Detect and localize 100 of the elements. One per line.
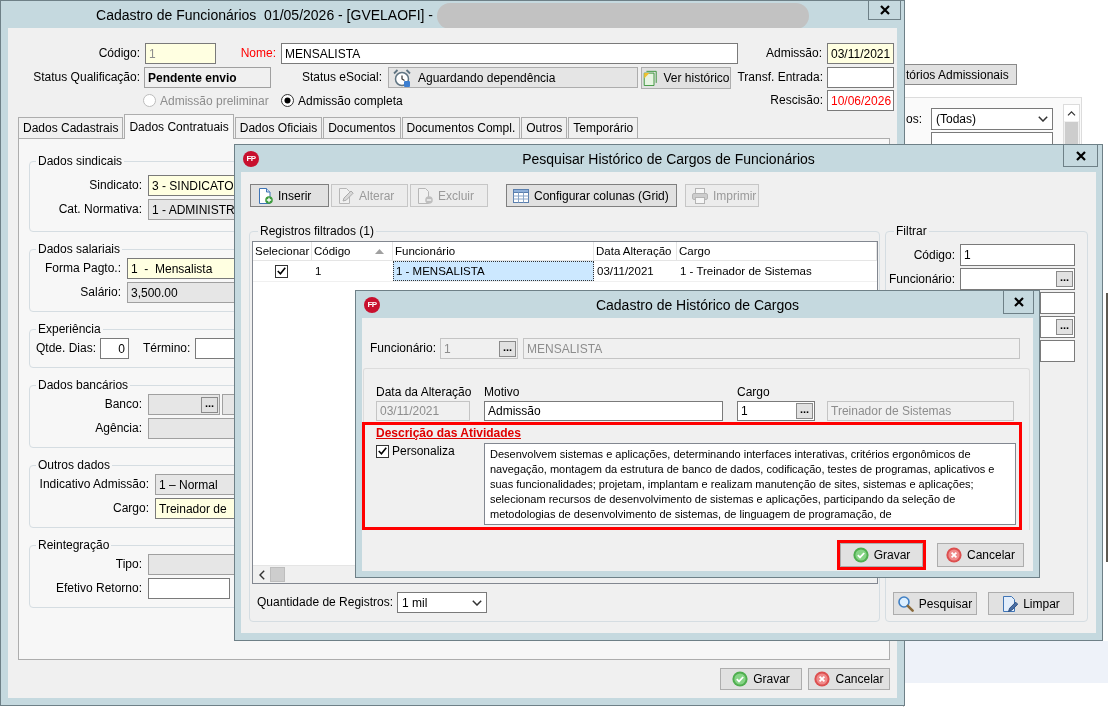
document-icon xyxy=(642,69,659,86)
field-label: Sindicato: xyxy=(88,178,142,193)
scrollbar-thumb[interactable] xyxy=(270,567,285,582)
field-label: Tipo: xyxy=(114,557,142,572)
checkbox[interactable] xyxy=(376,444,389,458)
input-field[interactable] xyxy=(1040,292,1075,314)
radio-option[interactable]: Admissão completa xyxy=(281,93,403,108)
input-field[interactable]: 1 - Mensalista xyxy=(127,258,236,279)
group-title: Experiência xyxy=(37,322,102,336)
document-pencil-icon xyxy=(1002,595,1019,612)
input-field[interactable] xyxy=(148,578,230,599)
search-icon xyxy=(897,595,914,612)
input-field[interactable]: MENSALISTA xyxy=(281,43,738,64)
field-label: Forma Pagto.: xyxy=(43,261,121,276)
group-title: Dados bancários xyxy=(37,378,130,392)
field-label: Rescisão: xyxy=(770,93,824,108)
tab[interactable]: Documentos xyxy=(323,117,401,138)
table-cell-text: 1 - Treinador de Sistemas xyxy=(679,264,813,279)
input-field[interactable]: Pendente envio xyxy=(144,67,271,88)
cancel-circle-icon xyxy=(814,671,831,687)
save-button[interactable]: Gravar xyxy=(840,543,923,567)
alarm-clock-icon xyxy=(393,68,411,87)
field-label: os: xyxy=(906,112,923,126)
table-cell: 1 - MENSALISTA xyxy=(393,261,594,281)
input-field[interactable] xyxy=(148,418,236,439)
new-document-icon xyxy=(257,187,273,204)
input-field[interactable] xyxy=(148,554,236,575)
chevron-left-icon xyxy=(258,569,265,580)
field-label: Funcionário: xyxy=(888,271,955,287)
search-button[interactable]: Pesquisar xyxy=(893,592,977,615)
column-header[interactable]: Cargo xyxy=(677,242,877,260)
ellipsis-button[interactable]: ... xyxy=(796,403,813,419)
ellipsis-button[interactable]: ... xyxy=(1056,271,1073,287)
field-label: Código: xyxy=(912,247,955,263)
group-title: Reintegração xyxy=(37,538,111,552)
field-label: Efetivo Retorno: xyxy=(54,581,142,596)
input-field[interactable]: Treinador de xyxy=(155,498,236,519)
checkbox[interactable] xyxy=(274,264,288,278)
input-field[interactable]: Admissão xyxy=(484,401,723,421)
field-label: Qtde. Dias: xyxy=(36,341,98,356)
close-icon xyxy=(1013,297,1024,307)
save-button[interactable]: Gravar xyxy=(720,668,802,690)
group-title: Outros dados xyxy=(37,458,112,472)
report-button[interactable]: tórios Admissionais xyxy=(904,64,1017,85)
close-button[interactable] xyxy=(868,1,901,20)
close-icon xyxy=(1075,150,1086,161)
tab[interactable]: Dados Contratuais xyxy=(124,114,234,139)
tab[interactable]: Dados Cadastrais xyxy=(18,117,124,138)
dropdown[interactable]: (Todas) xyxy=(931,108,1053,130)
group-title: Dados sindicais xyxy=(37,154,124,168)
cancel-button[interactable]: Cancelar xyxy=(937,543,1024,567)
ellipsis-button[interactable]: ... xyxy=(1056,319,1073,335)
field-label: Salário: xyxy=(79,285,121,300)
field-label: Quantidade de Registros: xyxy=(257,595,395,610)
input-field[interactable] xyxy=(195,338,236,359)
input-field[interactable]: 1 – Normal xyxy=(155,474,236,495)
input-field[interactable]: 1 - ADMINISTR xyxy=(148,199,236,220)
cancel-circle-icon xyxy=(946,547,962,563)
text-area[interactable]: Desenvolvem sistemas e aplicações, determinando interfaces interativas, critérios ergonômicos de navegação, montagem da estrutura de banco de dados, codificação, testes de programas, aplicativos e suas funcionalidades; projetam, implantam e realizam manutenção de sites, sistemas e aplicações; selecionam recursos de desenvolvimento de sistemas e aplicações, participando da seleção de metodologias de desenvolvimento de sistemas, de linguagem de programação, de xyxy=(484,443,1016,525)
printer-icon xyxy=(692,187,708,204)
input-field[interactable]: 3,500.00 xyxy=(127,282,236,303)
column-header[interactable]: Data Alteração xyxy=(594,242,677,260)
input-field[interactable]: 3 - SINDICATO xyxy=(148,175,236,196)
columns-button[interactable]: Configurar colunas (Grid) xyxy=(506,184,677,207)
close-button[interactable] xyxy=(1063,145,1098,167)
history-button[interactable]: Ver histórico xyxy=(641,66,731,89)
window-title: Cadastro de Funcionários 01/05/2026 - [GVELAOFI] - xyxy=(96,7,433,23)
field-label: Status Qualificação: xyxy=(32,70,141,85)
input-field[interactable]: 1 ... xyxy=(737,401,815,421)
chevron-down-icon xyxy=(1038,116,1048,122)
input-field[interactable]: 10/06/2026 xyxy=(827,90,894,111)
insert-button[interactable]: Inserir xyxy=(250,184,329,207)
input-field[interactable]: 0 xyxy=(100,338,130,359)
column-header[interactable]: Selecionar xyxy=(253,242,312,260)
dropdown[interactable]: 1 mil xyxy=(397,592,488,613)
tab[interactable]: Dados Oficiais xyxy=(234,117,323,138)
checkbox-option[interactable]: Personaliza xyxy=(376,444,484,458)
tab[interactable]: Documentos Compl. xyxy=(401,117,521,138)
tab[interactable]: Temporário xyxy=(568,117,639,138)
group-title: Registros filtrados (1) xyxy=(259,224,376,238)
field-label: Admissão: xyxy=(764,46,823,61)
check-icon xyxy=(378,447,387,455)
delete-document-icon xyxy=(417,187,433,204)
input-field[interactable] xyxy=(1040,340,1075,362)
tab[interactable]: Outros xyxy=(521,117,568,138)
chevron-down-icon xyxy=(472,599,483,606)
input-field[interactable]: ... xyxy=(1040,316,1075,338)
column-header[interactable]: Código xyxy=(312,242,393,260)
app-logo: FP xyxy=(364,296,380,313)
field-label: Agência: xyxy=(94,421,142,436)
column-header[interactable]: Funcionário xyxy=(393,242,594,260)
input-field[interactable]: ... xyxy=(960,268,1075,290)
input-field[interactable] xyxy=(827,67,894,88)
field-label: Código: xyxy=(97,46,141,61)
clear-button[interactable]: Limpar xyxy=(988,592,1074,615)
check-circle-icon xyxy=(732,671,749,687)
close-button[interactable] xyxy=(1003,291,1034,314)
cancel-button[interactable]: Cancelar xyxy=(808,668,890,690)
input-field[interactable]: 03/11/2021 xyxy=(827,43,894,64)
input-field[interactable]: 1 xyxy=(960,244,1075,266)
